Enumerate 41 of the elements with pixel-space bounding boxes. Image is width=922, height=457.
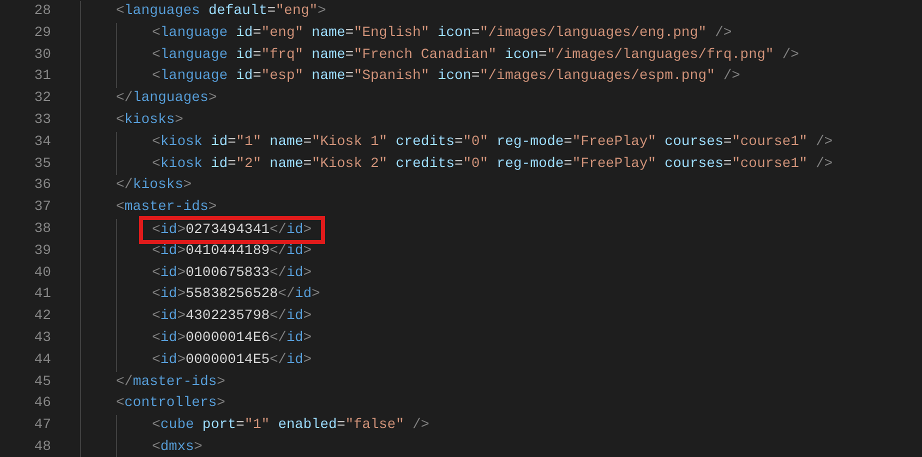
code-line: <languages default="eng"> xyxy=(116,2,326,21)
line-number: 37 xyxy=(33,198,51,218)
line-number: 44 xyxy=(33,350,51,370)
line-number: 42 xyxy=(33,307,51,326)
code-line: <id>00000014E6</id> xyxy=(152,328,312,348)
line-number: 36 xyxy=(33,176,51,196)
line-number: 46 xyxy=(33,394,51,414)
code-line: </languages> xyxy=(116,89,217,108)
line-number: 47 xyxy=(33,416,51,436)
line-number: 32 xyxy=(33,89,51,108)
line-number: 41 xyxy=(33,285,51,304)
line-number: 29 xyxy=(33,24,51,43)
line-number: 39 xyxy=(33,242,51,261)
line-number: 45 xyxy=(33,372,51,392)
code-line: <language id="eng" name="English" icon="/images/languages/eng.png" /> xyxy=(152,24,732,43)
code-line: <kiosks> xyxy=(116,110,184,130)
code-line: <controllers> xyxy=(116,394,226,414)
line-number: 33 xyxy=(33,110,51,130)
code-line: </kiosks> xyxy=(116,176,192,196)
code-line: <cube port="1" enabled="false" /> xyxy=(152,416,430,436)
code-line: <dmxs> xyxy=(152,438,202,457)
code-line: <master-ids> xyxy=(116,198,217,218)
code-line: <id>00000014E5</id> xyxy=(152,350,312,370)
line-number: 30 xyxy=(33,46,51,65)
code-line: <language id="frq" name="French Canadian" icon="/images/languages/frq.png" /> xyxy=(152,46,799,65)
line-number: 28 xyxy=(33,2,51,21)
code-line: <id>0100675833</id> xyxy=(152,264,312,283)
line-number: 48 xyxy=(33,438,51,457)
code-line: <language id="esp" name="Spanish" icon="/images/languages/espm.png" /> xyxy=(152,67,740,86)
line-number: 31 xyxy=(33,67,51,86)
code-line: <id>55838256528</id> xyxy=(152,285,320,304)
line-number: 40 xyxy=(33,264,51,283)
code-line: <kiosk id="1" name="Kiosk 1" credits="0" reg-mode="FreePlay" courses="course1" /> xyxy=(152,132,833,152)
line-number: 38 xyxy=(33,220,51,239)
code-line: <id>0410444189</id> xyxy=(152,242,312,261)
line-number: 34 xyxy=(33,132,51,152)
line-number: 43 xyxy=(33,328,51,348)
code-line: </master-ids> xyxy=(116,372,226,392)
code-line: <kiosk id="2" name="Kiosk 2" credits="0" reg-mode="FreePlay" courses="course1" /> xyxy=(152,154,833,174)
code-line: <id>4302235798</id> xyxy=(152,307,312,326)
line-number: 35 xyxy=(33,154,51,174)
